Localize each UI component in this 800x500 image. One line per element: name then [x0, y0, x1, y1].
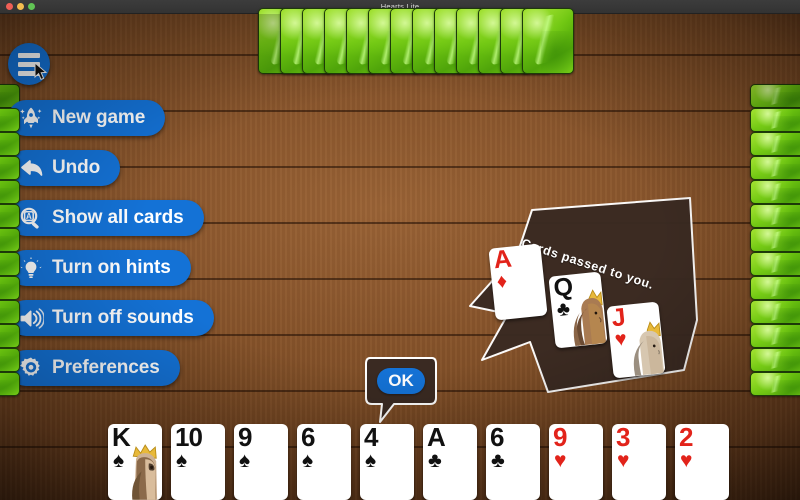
passed-card[interactable]: Q ♣ [548, 271, 608, 349]
menu-item-preferences[interactable]: Preferences [8, 350, 180, 386]
card-suit-icon: ♣ [428, 449, 442, 472]
passed-cards-bubble: Cards passed to you. A ♦ Q ♣ J ♥ [452, 197, 698, 402]
game-window: Hearts Lite New game Undo A Show all cards T… [0, 0, 800, 500]
speaker-icon [18, 305, 44, 331]
menu-item-label: Undo [52, 157, 101, 178]
opponent-card-back [0, 228, 20, 252]
opponent-card-back [0, 204, 20, 228]
ok-button[interactable]: OK [377, 368, 425, 394]
hamburger-bar-icon [18, 52, 40, 58]
menu-item-label: Show all cards [52, 207, 184, 228]
opponent-card-back [750, 84, 800, 108]
card-suit-icon: ♠ [113, 449, 125, 472]
menu-item-label: New game [52, 107, 146, 128]
ok-bubble: OK [364, 354, 438, 426]
card-suit-icon: ♥ [680, 449, 693, 472]
card-suit-icon: ♠ [302, 449, 314, 472]
opponent-card-back [0, 156, 20, 180]
playing-card[interactable]: 10 ♠ [171, 424, 225, 500]
game-table: New game Undo A Show all cards Turn on hints… [0, 8, 800, 500]
card-face-illustration [125, 439, 162, 500]
playing-card[interactable]: 6 ♣ [486, 424, 540, 500]
menu-item-undo[interactable]: Undo [8, 150, 121, 186]
playing-card[interactable]: 4 ♠ [360, 424, 414, 500]
card-suit-icon: ♣ [491, 449, 505, 472]
playing-card[interactable]: 6 ♠ [297, 424, 351, 500]
opponent-card-back [0, 372, 20, 396]
card-rank: Q [552, 272, 574, 303]
menu-item-show-all-cards[interactable]: A Show all cards [8, 200, 204, 236]
menu-item-turn-off-sounds[interactable]: Turn off sounds [8, 300, 214, 336]
menu-item-new-game[interactable]: New game [8, 100, 166, 136]
playing-card[interactable]: A ♣ [423, 424, 477, 500]
opponent-card-back [0, 108, 20, 132]
card-face-illustration [624, 316, 665, 377]
menu-toggle-button[interactable] [8, 43, 50, 85]
passed-card[interactable]: A ♦ [488, 243, 548, 321]
playing-card[interactable]: K ♠ [108, 424, 162, 500]
card-suit-icon: ♦ [495, 270, 509, 294]
playing-card[interactable]: 9 ♠ [234, 424, 288, 500]
card-suit-icon: ♠ [176, 449, 188, 472]
opponent-card-back [0, 276, 20, 300]
card-suit-icon: ♥ [554, 449, 567, 472]
opponent-card-back [0, 132, 20, 156]
hamburger-bar-icon [18, 61, 40, 67]
opponent-card-back [750, 324, 800, 348]
card-suit-icon: ♠ [365, 449, 377, 472]
hamburger-bar-icon [18, 70, 40, 76]
card-rank: A [492, 244, 513, 275]
undo-arrow-icon [18, 155, 44, 181]
main-menu: New game Undo A Show all cards Turn on hints… [8, 100, 214, 400]
rocket-icon [18, 105, 44, 131]
opponent-card-back [0, 252, 20, 276]
playing-card[interactable]: 3 ♥ [612, 424, 666, 500]
passed-card[interactable]: J ♥ [606, 301, 666, 379]
opponent-card-back [750, 156, 800, 180]
card-suit-icon: ♥ [617, 449, 630, 472]
opponent-card-back [750, 108, 800, 132]
opponent-card-back [0, 300, 20, 324]
lightbulb-icon [18, 255, 44, 281]
opponent-card-back [750, 276, 800, 300]
card-suit-icon: ♣ [555, 297, 572, 322]
card-suit-icon: ♥ [613, 328, 628, 352]
opponent-card-back [750, 204, 800, 228]
opponent-card-back [0, 348, 20, 372]
opponent-card-back [0, 180, 20, 204]
menu-item-turn-on-hints[interactable]: Turn on hints [8, 250, 191, 286]
menu-item-label: Turn off sounds [52, 307, 194, 328]
card-rank: J [610, 303, 626, 333]
passed-cards-message: Cards passed to you. [519, 236, 656, 293]
card-face-illustration [566, 286, 607, 347]
opponent-card-back [750, 300, 800, 324]
opponent-card-back [522, 8, 574, 74]
opponent-card-back [750, 180, 800, 204]
opponent-card-back [750, 252, 800, 276]
gear-icon [18, 355, 44, 381]
card-suit-icon: ♠ [239, 449, 251, 472]
svg-text:A: A [26, 212, 32, 221]
menu-item-label: Turn on hints [52, 257, 171, 278]
menu-item-label: Preferences [52, 357, 160, 378]
opponent-card-back [750, 132, 800, 156]
magnifier-icon: A [18, 205, 44, 231]
opponent-card-back [750, 372, 800, 396]
opponent-card-back [750, 348, 800, 372]
opponent-card-back [0, 324, 20, 348]
opponent-card-back [750, 228, 800, 252]
playing-card[interactable]: 9 ♥ [549, 424, 603, 500]
playing-card[interactable]: 2 ♥ [675, 424, 729, 500]
